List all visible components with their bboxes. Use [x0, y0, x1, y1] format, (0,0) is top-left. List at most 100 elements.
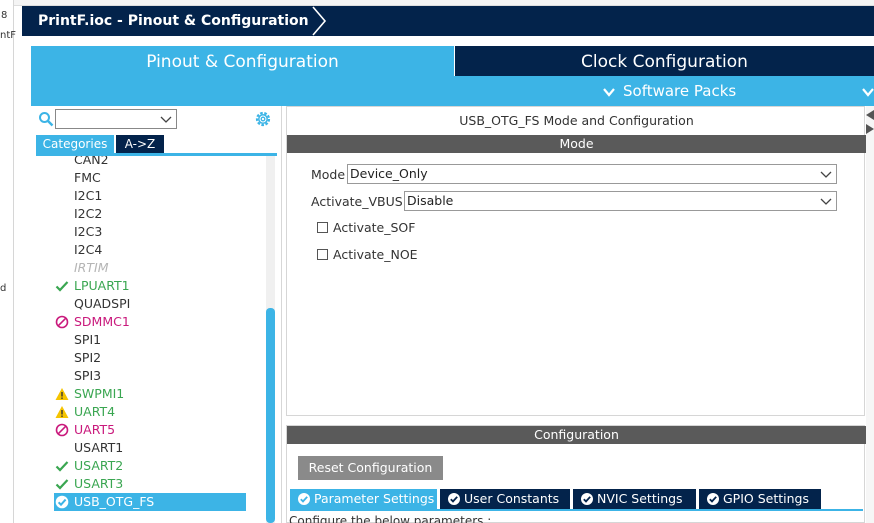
underlying-text-1: 8: [1, 10, 8, 21]
peripheral-item[interactable]: SPI1: [54, 331, 246, 349]
software-packs-menu[interactable]: Software Packs: [603, 76, 736, 106]
configuration-instructions: Configure the below parameters :: [289, 514, 492, 523]
tab-parameter-settings[interactable]: Parameter Settings: [290, 489, 437, 509]
blocked-icon: [55, 315, 69, 329]
peripheral-item[interactable]: SPI2: [54, 349, 246, 367]
chevron-down-icon: [862, 87, 874, 97]
tab-user-constants[interactable]: User Constants: [440, 489, 570, 509]
tab-parameter-settings-label: Parameter Settings: [314, 491, 435, 506]
scrollbar-thumb[interactable]: [266, 308, 275, 523]
tab-clock-configuration[interactable]: Clock Configuration: [455, 46, 874, 76]
check-circle-icon: [707, 493, 719, 505]
peripheral-item-label: LPUART1: [74, 278, 130, 293]
software-packs-overflow[interactable]: [862, 76, 874, 106]
warning-icon: [55, 387, 69, 401]
peripheral-item-label: USART3: [74, 476, 124, 491]
peripheral-item[interactable]: LPUART1: [54, 277, 246, 295]
mode-select-value: Device_Only: [350, 166, 428, 181]
mode-section-header: Mode: [287, 135, 866, 153]
peripheral-item-label: SPI2: [74, 350, 102, 365]
configuration-tabs-underline: [290, 509, 863, 511]
underlying-text-2: ntF: [0, 30, 17, 41]
chevron-down-icon: [820, 198, 832, 205]
peripheral-item[interactable]: USART2: [54, 457, 246, 475]
chevron-down-icon: [820, 171, 832, 178]
software-packs-bar: Software Packs: [31, 76, 874, 106]
peripheral-item-label: QUADSPI: [74, 296, 131, 311]
stm32cubemx-window: 8 ntF d PrintF.ioc - Pinout & Configurat…: [0, 0, 874, 523]
peripheral-item-label: CAN2: [74, 156, 109, 167]
gear-icon[interactable]: [254, 110, 272, 128]
mode-panel: USB_OTG_FS Mode and Configuration Mode M…: [286, 106, 866, 416]
activate-noe-checkbox[interactable]: [317, 249, 328, 260]
vbus-label: Activate_VBUS: [311, 194, 403, 209]
peripheral-item-label: UART4: [74, 404, 116, 419]
categories-panel: Categories A->Z CAN2 FMC I2C1 I2C2 I2C3 I2C4 I…: [31, 106, 282, 523]
check-circle-icon: [448, 493, 460, 505]
peripheral-item-label: USB_OTG_FS: [74, 494, 155, 509]
underlying-window-edge: 8 ntF d: [0, 0, 17, 523]
peripheral-item[interactable]: I2C1: [54, 187, 246, 205]
check-circle-icon: [298, 493, 310, 505]
blocked-icon: [55, 423, 69, 437]
peripheral-item-label: USART2: [74, 458, 124, 473]
peripheral-item[interactable]: I2C2: [54, 205, 246, 223]
activate-noe-label: Activate_NOE: [333, 247, 418, 262]
right-collapse-strip[interactable]: [866, 106, 874, 523]
peripheral-item-label: USART1: [74, 440, 124, 455]
peripheral-item[interactable]: CAN2: [54, 156, 246, 169]
peripheral-item[interactable]: SDMMC1: [54, 313, 246, 331]
collapse-arrow-icon[interactable]: [866, 110, 874, 140]
underlying-text-3: d: [0, 283, 7, 294]
configuration-panel: Configuration Reset Configuration Parame…: [286, 425, 866, 523]
tab-gpio-settings[interactable]: GPIO Settings: [699, 489, 821, 509]
configuration-section-header: Configuration: [287, 426, 866, 444]
peripheral-item[interactable]: USART1: [54, 439, 246, 457]
check-circle-icon: [581, 493, 593, 505]
peripheral-item-label: SPI1: [74, 332, 102, 347]
peripheral-item[interactable]: I2C3: [54, 223, 246, 241]
activate-sof-checkbox[interactable]: [317, 222, 328, 233]
breadcrumb: PrintF.ioc - Pinout & Configuration: [22, 6, 874, 36]
peripheral-item-label: I2C1: [74, 188, 103, 203]
search-icon[interactable]: [38, 111, 54, 127]
peripheral-list: CAN2 FMC I2C1 I2C2 I2C3 I2C4 IRTIM LPUART1 QUADS…: [31, 156, 271, 523]
check-icon: [55, 477, 69, 491]
peripheral-item-label: SDMMC1: [74, 314, 130, 329]
peripheral-item[interactable]: USB_OTG_FS: [54, 493, 246, 511]
chevron-down-icon[interactable]: [159, 111, 173, 127]
tab-nvic-settings[interactable]: NVIC Settings: [573, 489, 696, 509]
vbus-select-value: Disable: [407, 193, 454, 208]
mode-label: Mode: [311, 167, 346, 182]
peripheral-item[interactable]: SPI3: [54, 367, 246, 385]
peripheral-item[interactable]: FMC: [54, 169, 246, 187]
activate-sof-label: Activate_SOF: [333, 220, 416, 235]
tab-pinout-configuration[interactable]: Pinout & Configuration: [31, 46, 454, 76]
chevron-down-icon: [603, 87, 615, 97]
breadcrumb-arrow-icon: [307, 6, 327, 36]
peripheral-item[interactable]: IRTIM: [54, 259, 246, 277]
peripheral-item[interactable]: QUADSPI: [54, 295, 246, 313]
peripheral-item[interactable]: UART5: [54, 421, 246, 439]
main-tabs: Pinout & Configuration Clock Configurati…: [31, 46, 874, 76]
breadcrumb-item-pinout[interactable]: PrintF.ioc - Pinout & Configuration: [22, 6, 321, 36]
search-combo[interactable]: [55, 109, 177, 129]
peripheral-item[interactable]: I2C4: [54, 241, 246, 259]
tab-user-constants-label: User Constants: [464, 491, 560, 506]
software-packs-label: Software Packs: [623, 82, 737, 100]
peripheral-item[interactable]: SWPMI1: [54, 385, 246, 403]
tab-nvic-settings-label: NVIC Settings: [597, 491, 683, 506]
mode-select[interactable]: Device_Only: [347, 164, 837, 184]
check-icon: [55, 279, 69, 293]
check-icon: [55, 459, 69, 473]
peripheral-item[interactable]: USART3: [54, 475, 246, 493]
peripheral-item[interactable]: UART4: [54, 403, 246, 421]
vbus-select[interactable]: Disable: [404, 191, 837, 211]
tab-categories[interactable]: Categories: [36, 135, 114, 153]
list-scrollbar[interactable]: [266, 156, 275, 523]
tab-a-to-z[interactable]: A->Z: [116, 135, 164, 153]
reset-configuration-button[interactable]: Reset Configuration: [298, 456, 443, 480]
peripheral-item-label: I2C2: [74, 206, 103, 221]
warning-icon: [55, 405, 69, 419]
peripheral-item-label: IRTIM: [74, 260, 109, 275]
